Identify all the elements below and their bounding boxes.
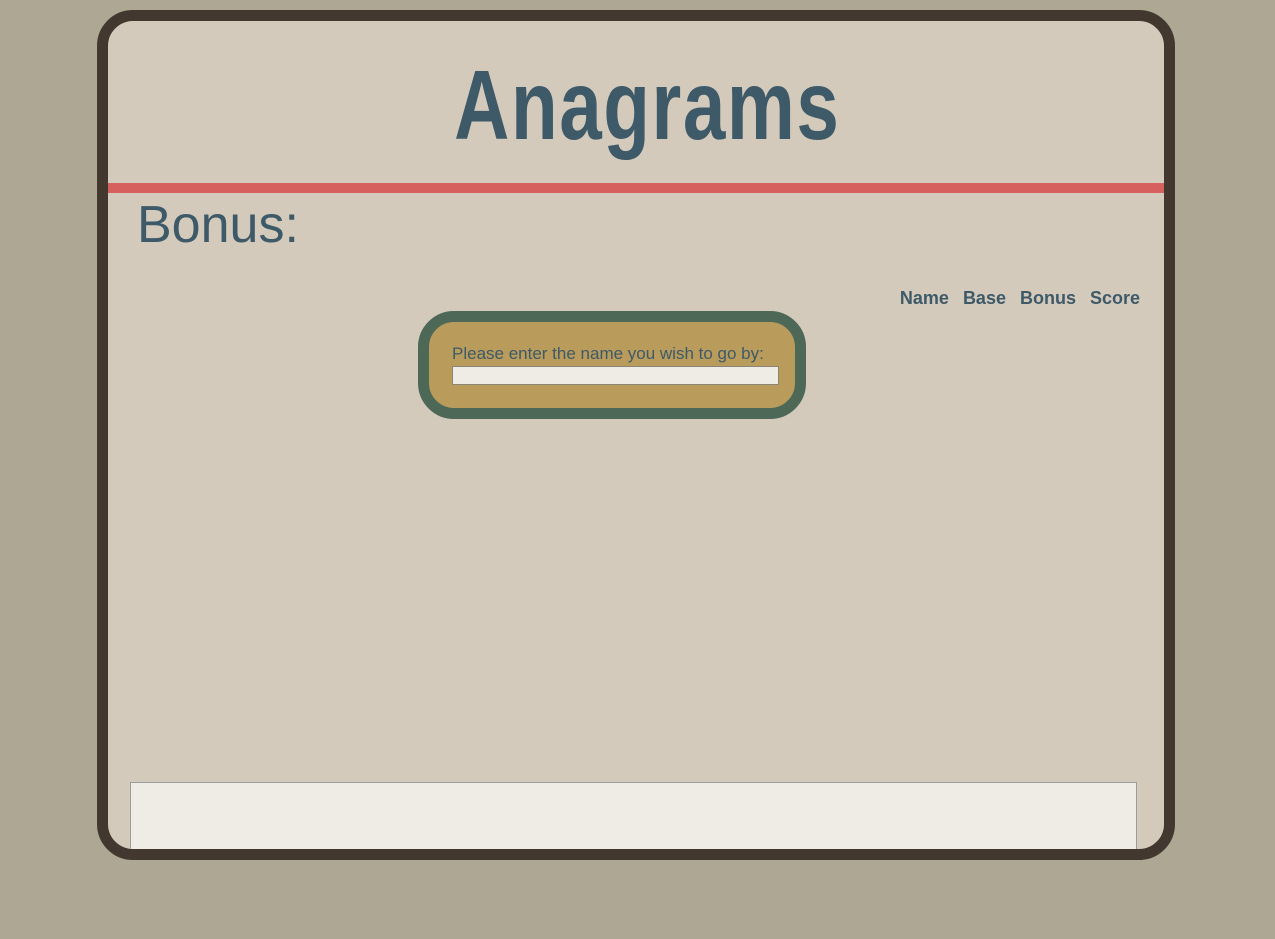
name-prompt: Please enter the name you wish to go by: [452,344,764,363]
column-bonus: Bonus [1019,288,1076,308]
word-entry-panel[interactable] [130,782,1137,849]
column-name: Name [899,288,949,308]
bonus-label: Bonus: [137,196,299,254]
page-title: Anagrams [454,50,841,160]
name-input[interactable] [452,366,779,385]
game-frame: Anagrams Bonus: Name Base Bonus Score Pl… [97,10,1175,860]
name-dialog: Please enter the name you wish to go by: [418,311,806,419]
column-base: Base [962,288,1006,308]
header-divider [108,183,1164,193]
scoreboard-header: Name Base Bonus Score [900,288,1140,309]
column-score: Score [1089,288,1140,308]
